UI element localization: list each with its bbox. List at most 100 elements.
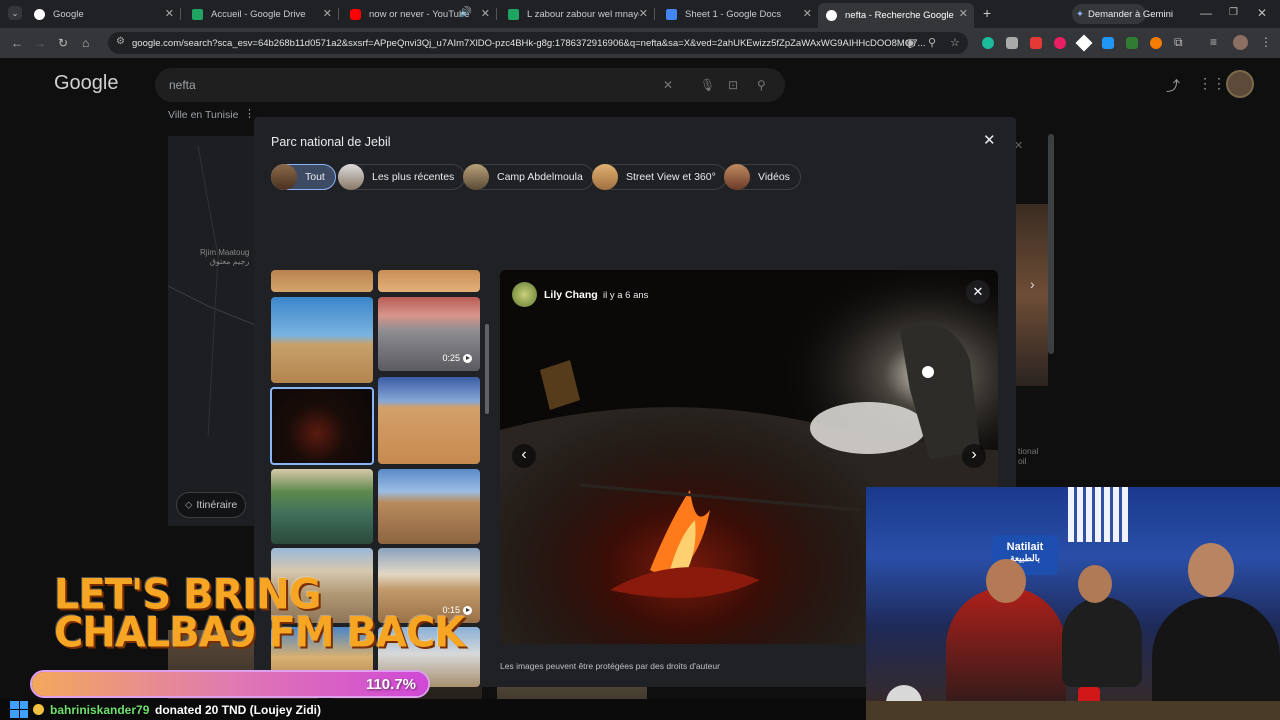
close-tab-icon[interactable]: ✕ bbox=[639, 7, 648, 20]
extension-icon[interactable] bbox=[1030, 37, 1042, 49]
clear-search-icon[interactable]: ✕ bbox=[663, 68, 673, 102]
donation-ticker: bahriniskander79 donated 20 TND (Loujey … bbox=[0, 699, 870, 720]
close-tab-icon[interactable]: ✕ bbox=[323, 7, 332, 20]
search-icon[interactable]: ⚲ bbox=[757, 68, 766, 102]
home-icon[interactable]: ⌂ bbox=[82, 36, 89, 50]
apps-grid-icon[interactable]: ⋮⋮ bbox=[1198, 75, 1226, 92]
maximize-icon[interactable]: ❐ bbox=[1229, 6, 1238, 20]
tab-youtube[interactable]: now or never - YouTube 🔊 ✕ bbox=[342, 3, 497, 25]
extension-icon[interactable] bbox=[982, 37, 994, 49]
tab-separator bbox=[496, 8, 497, 20]
gallery-thumbnail[interactable] bbox=[378, 377, 480, 464]
author-avatar[interactable] bbox=[512, 282, 537, 307]
tab-google[interactable]: Google ✕ bbox=[26, 3, 181, 25]
new-tab-icon[interactable]: + bbox=[983, 6, 991, 20]
map-label: Rjim Maatoug رجيم معتوق bbox=[200, 248, 249, 266]
address-bar[interactable]: ⚙ google.com/search?sca_esv=64b268b11d05… bbox=[108, 32, 968, 54]
close-tab-icon[interactable]: ✕ bbox=[165, 7, 174, 20]
webcam-feed: Natilait بالطبيعة bbox=[866, 487, 1280, 720]
tab-title: Accueil - Google Drive bbox=[211, 8, 306, 20]
map-preview[interactable]: Rjim Maatoug رجيم معتوق bbox=[167, 136, 259, 526]
person-right-head bbox=[1188, 543, 1234, 597]
close-viewer-icon[interactable]: ✕ bbox=[966, 280, 990, 304]
close-tab-icon[interactable]: ✕ bbox=[803, 7, 812, 20]
address-bar-url: google.com/search?sca_esv=64b268b11d0571… bbox=[132, 37, 926, 49]
gallery-thumbnail[interactable] bbox=[271, 469, 373, 544]
side-label-text-2: oil bbox=[1018, 456, 1027, 466]
coin-icon bbox=[33, 704, 44, 715]
close-tab-icon[interactable]: ✕ bbox=[481, 7, 490, 20]
gallery-thumbnail-selected[interactable] bbox=[270, 387, 374, 465]
gallery-thumbnail[interactable] bbox=[271, 270, 373, 292]
gallery-thumbnail[interactable] bbox=[271, 297, 373, 383]
site-info-icon[interactable]: ⚙ bbox=[116, 36, 125, 47]
share-icon[interactable]: ⤴ bbox=[1166, 76, 1180, 96]
gallery-scrollbar[interactable] bbox=[485, 324, 489, 414]
tab-nefta-search[interactable]: nefta - Recherche Google ✕ bbox=[818, 3, 974, 28]
directions-icon: ⬦ bbox=[185, 498, 193, 511]
person-middle-head bbox=[1078, 565, 1112, 603]
tab-sheets[interactable]: L zabour zabour wel mnayek m ✕ bbox=[500, 3, 655, 25]
page-scrollbar[interactable] bbox=[1048, 134, 1054, 354]
profile-avatar[interactable] bbox=[1233, 35, 1248, 50]
chip-all[interactable]: Tout bbox=[271, 163, 336, 190]
gallery-thumbnail[interactable] bbox=[378, 469, 480, 544]
chip-thumbnail bbox=[338, 163, 364, 190]
side-label-text: tional bbox=[1018, 446, 1039, 456]
author-name[interactable]: Lily Chang bbox=[544, 289, 598, 301]
microphone-icon[interactable]: 🎙 bbox=[700, 68, 715, 102]
dialog-title: Parc national de Jebil bbox=[271, 135, 391, 149]
chip-street-view[interactable]: Street View et 360° bbox=[592, 163, 727, 190]
back-icon[interactable]: ← bbox=[11, 36, 23, 50]
ask-gemini-button[interactable]: ✦ Demander à Gemini bbox=[1072, 4, 1173, 24]
more-options-icon[interactable]: ⋮ bbox=[244, 107, 255, 120]
minimize-icon[interactable]: — bbox=[1200, 6, 1212, 20]
chip-label: Street View et 360° bbox=[626, 171, 716, 183]
menu-kebab-icon[interactable]: ⋮ bbox=[1260, 35, 1272, 49]
reload-icon[interactable]: ↻ bbox=[58, 36, 68, 50]
google-favicon-icon bbox=[826, 10, 837, 21]
tab-google-docs[interactable]: Sheet 1 - Google Docs ✕ bbox=[658, 3, 818, 25]
search-input[interactable]: nefta ✕ 🎙 ⊡ ⚲ bbox=[155, 68, 785, 102]
chip-camp-abdelmoula[interactable]: Camp Abdelmoula bbox=[463, 163, 594, 190]
extension-icon[interactable] bbox=[1126, 37, 1138, 49]
zoom-icon[interactable]: ⚲ bbox=[928, 36, 936, 50]
account-avatar[interactable] bbox=[1226, 70, 1254, 98]
chip-thumbnail bbox=[463, 163, 489, 190]
bookmark-star-icon[interactable]: ☆ bbox=[950, 36, 960, 50]
extension-icon[interactable] bbox=[1054, 37, 1066, 49]
itinerary-button[interactable]: ⬦ Itinéraire bbox=[176, 492, 247, 518]
extension-icon[interactable] bbox=[1075, 34, 1093, 52]
chip-most-recent[interactable]: Les plus récentes bbox=[338, 163, 466, 190]
reading-list-icon[interactable]: ≡ bbox=[1210, 35, 1217, 49]
next-photo-icon[interactable]: › bbox=[962, 444, 986, 468]
side-photo[interactable] bbox=[1016, 204, 1048, 386]
tab-search-icon[interactable]: ⌄ bbox=[8, 6, 22, 20]
google-logo[interactable]: Google bbox=[54, 72, 119, 95]
location-icon[interactable]: ◉ bbox=[906, 36, 916, 50]
browser-toolbar: ← → ↻ ⌂ ⚙ google.com/search?sca_esv=64b2… bbox=[0, 28, 1280, 58]
chip-videos[interactable]: Vidéos bbox=[724, 163, 801, 190]
camera-extension-icon[interactable] bbox=[1006, 37, 1018, 49]
close-window-icon[interactable]: ✕ bbox=[1257, 6, 1267, 20]
tab-title: Google bbox=[53, 8, 84, 20]
audio-playing-icon[interactable]: 🔊 bbox=[460, 7, 472, 18]
lens-camera-icon[interactable]: ⊡ bbox=[728, 68, 738, 102]
person-middle bbox=[1062, 597, 1142, 687]
chip-label: Les plus récentes bbox=[372, 171, 455, 183]
gallery-thumbnail-video[interactable]: 0:25 bbox=[378, 297, 480, 371]
chip-label: Camp Abdelmoula bbox=[497, 171, 583, 183]
close-dialog-icon[interactable]: ✕ bbox=[983, 131, 996, 149]
extensions-puzzle-icon[interactable]: ⧉ bbox=[1174, 35, 1183, 49]
windows-start-icon[interactable] bbox=[10, 701, 28, 718]
progress-value: 110.7% bbox=[365, 676, 416, 693]
extension-icon[interactable] bbox=[1102, 37, 1114, 49]
extension-icon[interactable] bbox=[1150, 37, 1162, 49]
gallery-thumbnail[interactable] bbox=[378, 270, 480, 292]
chevron-right-icon[interactable]: › bbox=[1030, 276, 1035, 292]
tab-google-drive[interactable]: Accueil - Google Drive ✕ bbox=[184, 3, 339, 25]
play-icon bbox=[463, 353, 472, 363]
previous-photo-icon[interactable]: ‹ bbox=[512, 444, 536, 468]
close-tab-icon[interactable]: ✕ bbox=[959, 7, 968, 20]
forward-icon[interactable]: → bbox=[34, 36, 46, 50]
